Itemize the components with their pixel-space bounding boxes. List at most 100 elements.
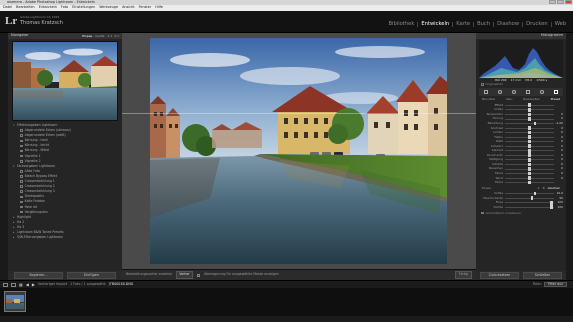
slider-knob[interactable] <box>528 103 531 108</box>
back-icon[interactable]: ◀ <box>26 282 29 287</box>
main-photo[interactable] <box>150 38 447 264</box>
menu-item-bearbeiten[interactable]: Bearbeiten <box>16 5 35 9</box>
reset-button[interactable]: Zurücksetzen <box>480 272 519 279</box>
slider-track[interactable] <box>505 171 554 176</box>
slider-knob[interactable] <box>528 167 531 171</box>
navigator-preview[interactable] <box>12 41 118 121</box>
menu-item-fenster[interactable]: Fenster <box>139 5 152 9</box>
slider-track[interactable] <box>505 167 554 171</box>
slider-track[interactable] <box>505 144 554 149</box>
slider-track[interactable] <box>505 205 554 210</box>
zoom-3-1[interactable]: 3:1 <box>114 34 119 38</box>
slider-track[interactable] <box>505 176 554 180</box>
slider-track[interactable] <box>505 180 554 185</box>
slider-knob[interactable] <box>528 162 531 167</box>
crop-icon[interactable] <box>483 89 489 95</box>
menu-item-entwickeln[interactable]: Entwickeln <box>39 5 57 9</box>
slider-track[interactable] <box>505 130 554 135</box>
close-button[interactable] <box>565 0 572 4</box>
slider-track[interactable] <box>505 121 554 126</box>
view-mode-select[interactable]: Vorher <box>176 271 193 279</box>
slider-track[interactable] <box>505 148 554 153</box>
slider-value[interactable]: 0 <box>554 144 563 148</box>
slider-value[interactable]: 0 <box>554 113 563 116</box>
menu-item-foto[interactable]: Foto <box>61 5 68 9</box>
tab-benutzer[interactable]: Benutzer <box>482 98 496 101</box>
module-entwickeln[interactable]: Entwickeln <box>418 21 454 28</box>
slider-track[interactable] <box>505 191 554 196</box>
histogram[interactable] <box>479 40 563 78</box>
slider-track[interactable] <box>505 126 554 130</box>
slider-knob[interactable] <box>534 191 537 196</box>
radial-filter-icon[interactable] <box>539 89 545 95</box>
red-eye-icon[interactable] <box>511 89 517 95</box>
slider-knob[interactable] <box>528 157 531 162</box>
slider-track[interactable] <box>505 135 554 139</box>
slider-knob[interactable] <box>550 200 553 205</box>
slider-value[interactable]: 10,0 <box>554 192 563 195</box>
module-bibliothek[interactable]: Bibliothek <box>385 21 419 28</box>
maximize-button[interactable] <box>557 0 564 4</box>
display-2-icon[interactable] <box>11 282 16 287</box>
slider-value[interactable]: 0 <box>554 153 563 157</box>
module-drucken[interactable]: Drucken <box>523 21 552 28</box>
brush-b-tab[interactable]: B <box>543 186 545 190</box>
slider-track[interactable] <box>505 112 554 117</box>
slider-track[interactable] <box>505 103 554 108</box>
grid-icon[interactable]: ▦ <box>19 282 23 287</box>
tab-neu[interactable]: Neu <box>506 98 512 101</box>
slider-value[interactable]: 100 <box>554 205 563 209</box>
slider-track[interactable] <box>505 107 554 112</box>
original-photo-checkbox[interactable] <box>481 83 484 86</box>
minimize-button[interactable] <box>549 0 556 4</box>
slider-value[interactable]: 100 <box>554 201 563 204</box>
display-1-icon[interactable] <box>3 282 8 287</box>
slider-value[interactable]: 0 <box>554 117 563 120</box>
module-buch[interactable]: Buch <box>474 21 495 28</box>
close-panel-button[interactable]: Schließen <box>523 272 562 279</box>
slider-knob[interactable] <box>528 180 531 185</box>
auto-mask-toggle[interactable]: Automatisch maskieren <box>476 211 566 216</box>
adjustment-brush-icon[interactable] <box>553 89 559 95</box>
slider-track[interactable] <box>505 157 554 162</box>
slider-track[interactable] <box>505 139 554 144</box>
slider-knob[interactable] <box>528 126 531 130</box>
zoom-1-1[interactable]: 1:1 <box>107 34 112 38</box>
slider-knob[interactable] <box>528 144 531 149</box>
slider-value[interactable]: -1,00 <box>554 122 563 125</box>
slider-knob[interactable] <box>528 107 531 112</box>
zoom-fit[interactable]: Einpas. <box>82 34 93 38</box>
slider-value[interactable]: 0 <box>554 149 563 152</box>
slider-knob[interactable] <box>528 148 531 153</box>
tab-bearbeiten[interactable]: Bearbeiten <box>523 98 539 101</box>
histogram-header[interactable]: Histogramm <box>476 33 566 39</box>
menu-item-werkzeuge[interactable]: Werkzeuge <box>99 5 118 9</box>
slider-knob[interactable] <box>528 130 531 135</box>
menu-item-einstellungen[interactable]: Einstellungen <box>72 5 95 9</box>
brush-a-tab[interactable]: A <box>538 186 540 190</box>
slider-knob[interactable] <box>528 171 531 176</box>
menu-item-ansicht[interactable]: Ansicht <box>122 5 135 9</box>
slider-value[interactable]: 0 <box>554 135 563 139</box>
photo-canvas[interactable] <box>122 33 476 269</box>
module-karte[interactable]: Karte <box>453 21 475 28</box>
overlay-checkbox[interactable] <box>196 273 200 277</box>
original-photo-toggle[interactable]: Originalfoto <box>476 82 566 87</box>
slider-knob[interactable] <box>550 205 553 210</box>
navigator-header[interactable]: Navigator Einpas. Ausfül. 1:1 3:1 <box>8 33 122 39</box>
left-panel-toggle[interactable] <box>0 33 8 280</box>
slider-track[interactable] <box>505 196 554 200</box>
slider-value[interactable]: 0 <box>554 126 563 130</box>
copy-settings-button[interactable]: Kopieren... <box>14 272 63 279</box>
tab-preset[interactable]: Preset <box>551 98 560 101</box>
slider-knob[interactable] <box>528 117 531 121</box>
slider-value[interactable]: 50 <box>554 196 563 200</box>
slider-knob[interactable] <box>528 153 531 158</box>
filmstrip-thumbnail[interactable] <box>4 291 26 312</box>
slider-value[interactable]: 0 <box>554 163 563 166</box>
slider-knob[interactable] <box>528 135 531 139</box>
auto-mask-checkbox[interactable] <box>481 211 484 215</box>
slider-track[interactable] <box>505 117 554 121</box>
slider-value[interactable]: 0 <box>554 158 563 161</box>
zoom-fill[interactable]: Ausfül. <box>95 34 105 38</box>
